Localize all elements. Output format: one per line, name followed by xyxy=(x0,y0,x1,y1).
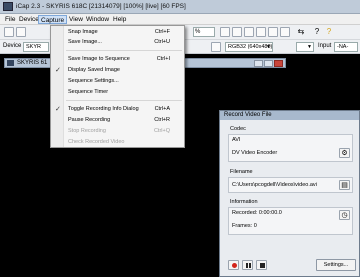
menu-item-label: Snap Image xyxy=(68,29,98,35)
menu-bar: File Device Capture View Window Help xyxy=(0,14,360,25)
menu-window[interactable]: Window xyxy=(84,15,111,24)
menu-item-display-saved-image[interactable]: ✓ Display Saved Image xyxy=(51,66,184,75)
menu-item-label: Display Saved Image xyxy=(68,67,120,73)
menu-item-label: Stop Recording xyxy=(68,128,106,134)
zoom-combo[interactable]: % xyxy=(193,27,215,37)
close-button[interactable] xyxy=(274,60,283,67)
filename-label: Filename xyxy=(230,169,253,175)
input-select-value: -NA- xyxy=(337,44,349,50)
list-select[interactable]: ▼ xyxy=(296,42,314,52)
menu-item-label: Save Image to Sequence xyxy=(68,56,130,62)
pause-button[interactable] xyxy=(242,260,253,270)
menu-item-shortcut: Ctrl+F xyxy=(154,29,170,35)
menu-item-check-recorded-video[interactable]: Check Recorded Video xyxy=(51,138,184,147)
menu-item-toggle-recording-info[interactable]: ✓ Toggle Recording Info Dialog Ctrl+A xyxy=(51,105,184,114)
menu-item-stop-recording[interactable]: Stop Recording Ctrl+Q xyxy=(51,127,184,136)
settings-button[interactable]: Settings... xyxy=(316,259,356,271)
checkmark-icon: ✓ xyxy=(55,106,61,113)
chevron-down-icon: ▼ xyxy=(307,44,312,50)
recorded-time: Recorded: 0:00:00.0 xyxy=(232,210,282,216)
capture-menu: Snap Image Ctrl+F Save Image... Ctrl+U S… xyxy=(50,25,185,148)
dialog-title: Record Video File xyxy=(224,112,272,118)
menu-item-shortcut: Ctrl+A xyxy=(154,106,170,112)
menu-item-shortcut: Ctrl+I xyxy=(156,56,170,62)
format-icon[interactable] xyxy=(211,42,221,52)
codec-settings-button[interactable]: ⚙ xyxy=(339,148,350,158)
menu-separator xyxy=(66,50,182,51)
codec-container: AVI xyxy=(232,137,241,143)
device-label: Device xyxy=(3,43,22,49)
information-group: Recorded: 0:00:00.0 Frames: 0 ◷ xyxy=(228,207,353,235)
timer-button[interactable]: ◷ xyxy=(339,210,350,220)
maximize-button[interactable] xyxy=(264,60,273,67)
open-icon[interactable] xyxy=(16,27,26,37)
menu-item-label: Sequence Settings... xyxy=(68,78,119,84)
camera-icon xyxy=(7,60,14,66)
menu-item-shortcut: Ctrl+U xyxy=(154,39,170,45)
menu-capture[interactable]: Capture xyxy=(38,15,68,24)
input-select[interactable]: -NA- xyxy=(334,42,358,52)
menu-file[interactable]: File xyxy=(3,15,17,24)
record-button[interactable] xyxy=(228,260,239,270)
menu-item-pause-recording[interactable]: Pause Recording Ctrl+R xyxy=(51,116,184,125)
filename-group: C:\Users\pcogdell\Videos\video.avi ▤ xyxy=(228,177,353,193)
menu-item-label: Pause Recording xyxy=(68,117,111,123)
menu-item-label: Toggle Recording Info Dialog xyxy=(68,106,139,112)
new-icon[interactable] xyxy=(4,27,14,37)
clock-icon: ◷ xyxy=(341,212,348,219)
minimize-button[interactable] xyxy=(254,60,263,67)
codec-label: Codec xyxy=(230,126,246,132)
live-window-title: SKYRIS 61 xyxy=(17,60,48,66)
menu-item-shortcut: Ctrl+R xyxy=(154,117,170,123)
menu-view[interactable]: View xyxy=(67,15,85,24)
menu-help[interactable]: Help xyxy=(111,15,128,24)
menu-item-label: Sequence Timer xyxy=(68,89,109,95)
menu-item-snap-image[interactable]: Snap Image Ctrl+F xyxy=(51,28,184,37)
format-select[interactable]: RGB32 (640x480) ▼ xyxy=(225,42,273,52)
pause-icon xyxy=(249,263,251,268)
checkmark-icon: ✓ xyxy=(55,67,61,74)
menu-item-shortcut: Ctrl+Q xyxy=(153,128,170,134)
window-icon[interactable] xyxy=(256,27,266,37)
device-select[interactable]: SKYR xyxy=(23,42,49,52)
app-icon xyxy=(3,2,13,11)
stop-icon xyxy=(260,263,265,268)
window-controls xyxy=(253,60,283,67)
folder-icon: ▤ xyxy=(341,182,348,189)
pause-icon xyxy=(246,263,248,268)
menu-item-save-to-sequence[interactable]: Save Image to Sequence Ctrl+I xyxy=(51,55,184,64)
app-title-bar: iCap 2.3 - SKYRIS 618C [21314079] [100%]… xyxy=(0,0,360,14)
snap-icon[interactable] xyxy=(220,27,230,37)
chevron-down-icon: ▼ xyxy=(266,44,271,50)
menu-separator xyxy=(66,100,182,101)
window-title: iCap 2.3 - SKYRIS 618C [21314079] [100%]… xyxy=(16,3,186,10)
stop-button[interactable] xyxy=(256,260,267,270)
gear-icon: ⚙ xyxy=(341,150,348,157)
menu-item-save-image[interactable]: Save Image... Ctrl+U xyxy=(51,38,184,47)
sequence-icon[interactable] xyxy=(244,27,254,37)
arrows-icon[interactable]: ⇆ xyxy=(296,27,306,37)
device-select-value: SKYR xyxy=(26,44,41,50)
input-label: Input xyxy=(318,43,332,49)
browse-button[interactable]: ▤ xyxy=(339,180,350,190)
help-pointer-icon[interactable]: ? xyxy=(312,27,322,37)
fullscreen-icon[interactable] xyxy=(268,27,278,37)
record-icon[interactable] xyxy=(232,27,242,37)
dialog-title-bar[interactable]: Record Video File xyxy=(220,111,359,120)
help-icon[interactable]: ? xyxy=(324,27,334,37)
menu-item-sequence-settings[interactable]: Sequence Settings... xyxy=(51,77,184,86)
codec-encoder: DV Video Encoder xyxy=(232,150,278,156)
menu-item-label: Check Recorded Video xyxy=(68,139,125,145)
properties-icon[interactable] xyxy=(280,27,290,37)
menu-item-label: Save Image... xyxy=(68,39,102,45)
record-icon xyxy=(232,263,237,268)
record-video-dialog: Record Video File Codec AVI DV Video Enc… xyxy=(219,110,360,277)
menu-item-sequence-timer[interactable]: Sequence Timer xyxy=(51,88,184,97)
codec-group: AVI DV Video Encoder ⚙ xyxy=(228,134,353,162)
frames-count: Frames: 0 xyxy=(232,223,257,229)
filename-value: C:\Users\pcogdell\Videos\video.avi xyxy=(232,182,317,188)
information-label: Information xyxy=(230,199,258,205)
